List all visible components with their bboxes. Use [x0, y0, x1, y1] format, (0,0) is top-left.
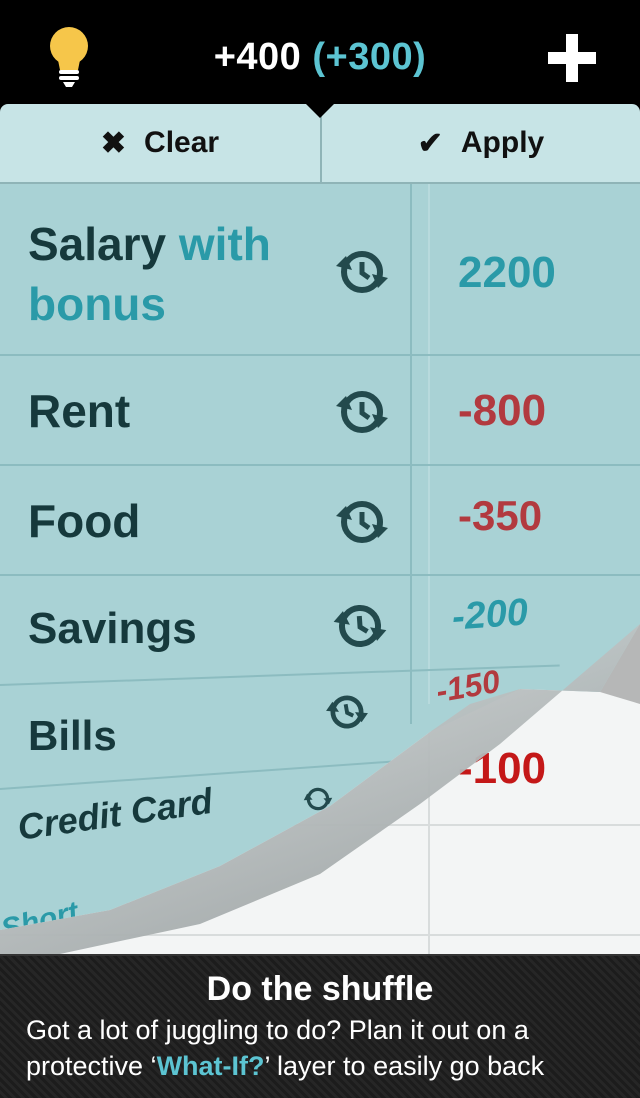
add-icon[interactable]: [548, 34, 596, 82]
row-value-savings[interactable]: -200: [451, 591, 530, 639]
row-label-food[interactable]: Food: [28, 494, 140, 548]
recurring-icon[interactable]: [334, 244, 390, 300]
row-label-savings[interactable]: Savings: [28, 604, 197, 654]
apply-button[interactable]: ✔ Apply: [322, 104, 640, 182]
row-label-rent[interactable]: Rent: [28, 384, 130, 438]
row-divider: [0, 574, 640, 576]
total-value: +400: [213, 36, 302, 78]
clear-button[interactable]: ✖ Clear: [0, 104, 320, 182]
row-value-salary[interactable]: 2200: [458, 248, 556, 298]
caption-highlight: What-If?: [156, 1051, 265, 1081]
row-label-bills[interactable]: Bills: [28, 712, 117, 760]
recurring-icon[interactable]: [334, 384, 390, 440]
recurring-icon[interactable]: [330, 596, 390, 656]
budget-sheet: -100 Salary with bonus 2200 Rent -800 Fo…: [0, 184, 640, 954]
clear-label: Clear: [144, 126, 220, 159]
checkmark-icon: ✔: [417, 126, 443, 160]
header-pointer: [298, 96, 342, 118]
close-icon: ✖: [100, 126, 127, 160]
caption-title: Do the shuffle: [206, 970, 434, 1008]
row-divider: [0, 354, 640, 356]
feature-caption: Do the shuffle Got a lot of juggling to …: [0, 954, 640, 1098]
column-divider: [410, 184, 412, 724]
total-delta: (+300): [312, 36, 427, 78]
recurring-icon[interactable]: [334, 494, 390, 550]
apply-label: Apply: [460, 126, 545, 159]
caption-text-end: ’ layer to easily go back: [264, 1051, 545, 1081]
recurring-icon[interactable]: [319, 686, 376, 738]
row-divider: [0, 464, 640, 466]
caption-body: Got a lot of juggling to do? Plan it out…: [26, 1012, 626, 1084]
row-label-credit-card[interactable]: Credit Card: [15, 778, 219, 849]
column-divider: [428, 184, 430, 704]
label-main: Salary: [28, 218, 167, 270]
row-value-food[interactable]: -350: [458, 492, 542, 540]
row-label-salary[interactable]: Salary with bonus: [28, 214, 318, 334]
row-value-rent[interactable]: -800: [458, 386, 546, 436]
balance-total: +400 (+300): [0, 36, 640, 79]
